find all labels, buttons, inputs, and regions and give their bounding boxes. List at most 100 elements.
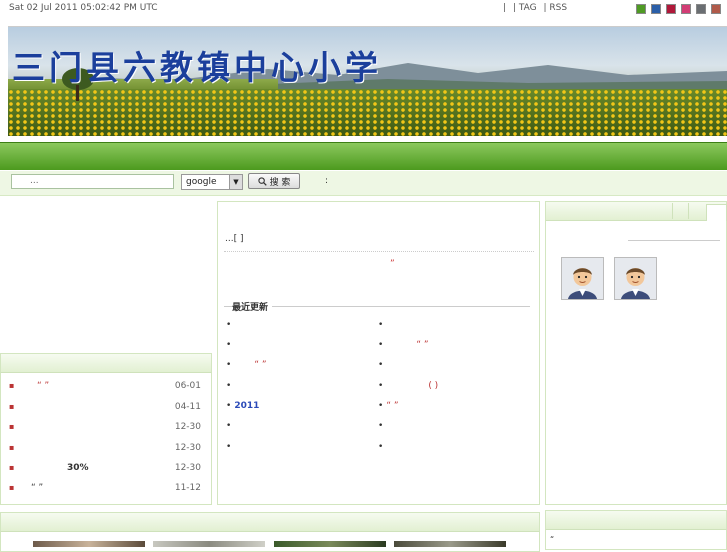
recent-item[interactable]: • ( ) bbox=[378, 381, 438, 391]
bullet-icon: ▪ bbox=[9, 483, 15, 492]
list-item[interactable]: ▪ 12-30 bbox=[9, 422, 201, 436]
search-input[interactable]: ... bbox=[11, 174, 174, 189]
avatar[interactable] bbox=[614, 257, 657, 300]
avatar[interactable] bbox=[561, 257, 604, 300]
datetime-text: Sat 02 Jul 2011 05:02:42 PM UTC bbox=[9, 3, 158, 13]
divider bbox=[224, 251, 534, 252]
list-item-date: 11-12 bbox=[174, 483, 201, 493]
announcement-quote[interactable]: ” bbox=[390, 259, 395, 269]
recent-item[interactable]: • bbox=[378, 421, 386, 431]
bullet-icon: ▪ bbox=[9, 381, 15, 390]
right-tab[interactable] bbox=[688, 203, 706, 219]
bullet-icon: ▪ bbox=[9, 463, 15, 472]
bullet-icon: • bbox=[378, 360, 384, 370]
left-top-area bbox=[0, 201, 212, 353]
recent-item[interactable]: • bbox=[226, 320, 234, 330]
right-tab-active[interactable] bbox=[706, 204, 727, 221]
recent-item-title[interactable]: “ ” bbox=[416, 340, 428, 350]
recent-item[interactable]: • bbox=[226, 421, 234, 431]
photo-thumbnail[interactable] bbox=[153, 541, 265, 547]
right-tab[interactable] bbox=[672, 203, 688, 219]
announcement-text[interactable]: ...[ ] bbox=[225, 234, 243, 244]
bullet-icon: • bbox=[378, 340, 384, 350]
list-item[interactable]: ▪ 30% 12-30 bbox=[9, 463, 201, 477]
photo-thumbnail[interactable] bbox=[394, 541, 506, 547]
top-link-tag[interactable]: | TAG bbox=[513, 3, 537, 13]
theme-swatch[interactable] bbox=[711, 4, 721, 14]
recent-item[interactable]: • bbox=[378, 320, 386, 330]
bullet-icon: • bbox=[226, 320, 232, 330]
bullet-icon: ▪ bbox=[9, 422, 15, 431]
search-button-label: 搜 索 bbox=[269, 177, 291, 188]
recent-item[interactable]: • 2011 bbox=[226, 401, 259, 411]
list-item-date: 12-30 bbox=[174, 443, 201, 453]
bullet-icon: • bbox=[378, 442, 384, 452]
main-nav-bar[interactable] bbox=[0, 142, 727, 170]
center-panel bbox=[217, 201, 540, 505]
recent-item[interactable]: • “ ” bbox=[226, 360, 267, 370]
top-link-blank[interactable]: | bbox=[503, 3, 506, 13]
site-banner: 三门县六教镇中心小学 bbox=[8, 26, 727, 136]
theme-swatch[interactable] bbox=[636, 4, 646, 14]
recent-updates-title: 最近更新 bbox=[232, 300, 273, 313]
list-item-date: 12-30 bbox=[174, 422, 201, 432]
recent-item[interactable]: • “ ” bbox=[378, 340, 429, 350]
right-bottom-header bbox=[545, 510, 727, 530]
list-item-date: 04-11 bbox=[174, 402, 201, 412]
bullet-icon: • bbox=[226, 401, 232, 411]
user-avatar-icon bbox=[562, 258, 603, 299]
recent-item-title[interactable]: ( ) bbox=[428, 381, 438, 391]
right-bottom-text[interactable]: “ bbox=[550, 535, 554, 544]
bullet-icon: • bbox=[378, 401, 384, 411]
search-engine-value: google bbox=[186, 177, 217, 187]
search-icon bbox=[257, 176, 267, 186]
bullet-icon: • bbox=[226, 340, 232, 350]
recent-item-title[interactable]: 2011 bbox=[234, 401, 259, 411]
bullet-icon: • bbox=[226, 381, 232, 391]
list-item[interactable]: ▪ “ ” 06-01 bbox=[9, 381, 201, 395]
top-links: | | TAG | RSS bbox=[503, 3, 571, 13]
chevron-down-icon[interactable]: ▼ bbox=[229, 175, 242, 189]
bullet-icon: ▪ bbox=[9, 443, 15, 452]
bullet-icon: • bbox=[226, 442, 232, 452]
list-item[interactable]: ▪ 04-11 bbox=[9, 402, 201, 416]
search-engine-select[interactable]: google ▼ bbox=[181, 174, 243, 190]
user-avatar-icon bbox=[615, 258, 656, 299]
bottom-panel-header bbox=[0, 512, 540, 532]
bullet-icon: • bbox=[226, 421, 232, 431]
right-bottom-body bbox=[545, 530, 727, 550]
list-item-date: 06-01 bbox=[174, 381, 201, 391]
list-item-title[interactable]: 30% bbox=[67, 463, 89, 473]
divider bbox=[628, 240, 720, 241]
search-colon: : bbox=[325, 176, 329, 186]
photo-thumbnail[interactable] bbox=[33, 541, 145, 547]
recent-item[interactable]: • bbox=[226, 340, 234, 350]
recent-item[interactable]: • bbox=[378, 360, 386, 370]
theme-swatch[interactable] bbox=[651, 4, 661, 14]
search-button[interactable]: 搜 索 bbox=[248, 173, 300, 189]
left-list-header bbox=[0, 353, 212, 373]
list-item-date: 12-30 bbox=[174, 463, 201, 473]
recent-item[interactable]: • “ ” bbox=[378, 401, 399, 411]
list-item[interactable]: ▪ “ ” 11-12 bbox=[9, 483, 201, 497]
bullet-icon: • bbox=[378, 381, 384, 391]
top-link-rss[interactable]: | RSS bbox=[543, 3, 567, 13]
bullet-icon: • bbox=[226, 360, 232, 370]
recent-item[interactable]: • bbox=[226, 381, 234, 391]
recent-item[interactable]: • bbox=[226, 442, 234, 452]
bullet-icon: • bbox=[378, 320, 384, 330]
list-item[interactable]: ▪ 12-30 bbox=[9, 443, 201, 457]
recent-item-title[interactable]: “ ” bbox=[254, 360, 266, 370]
list-item-title[interactable]: “ ” bbox=[37, 381, 49, 391]
sunflower-field bbox=[8, 89, 727, 136]
bullet-icon: ▪ bbox=[9, 402, 15, 411]
school-title: 三门县六教镇中心小学 bbox=[12, 48, 382, 87]
recent-item-title[interactable]: “ ” bbox=[386, 401, 398, 411]
theme-swatch[interactable] bbox=[681, 4, 691, 14]
theme-swatch[interactable] bbox=[696, 4, 706, 14]
theme-swatch[interactable] bbox=[666, 4, 676, 14]
bullet-icon: • bbox=[378, 421, 384, 431]
list-item-title[interactable]: “ ” bbox=[31, 483, 43, 493]
recent-item[interactable]: • bbox=[378, 442, 386, 452]
photo-thumbnail[interactable] bbox=[274, 541, 386, 547]
